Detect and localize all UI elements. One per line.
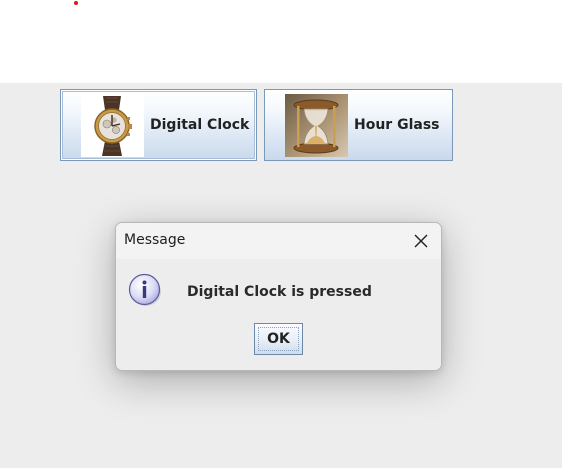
wristwatch-icon (81, 93, 144, 157)
dialog-title: Message (124, 232, 186, 248)
digital-clock-label: Digital Clock (150, 117, 250, 133)
dialog-message: Digital Clock is pressed (187, 284, 372, 300)
ok-label: OK (267, 331, 290, 347)
hour-glass-label: Hour Glass (354, 117, 440, 133)
content-top-area (0, 0, 562, 83)
ok-button[interactable]: OK (254, 323, 303, 355)
hourglass-icon (285, 93, 348, 157)
hour-glass-button[interactable]: Hour Glass (264, 89, 453, 161)
close-button[interactable] (407, 227, 435, 255)
close-icon (414, 234, 428, 248)
information-icon (128, 273, 161, 306)
message-dialog: Message Digital Clock is pressed OK (115, 222, 442, 371)
marker-dot (74, 1, 78, 5)
digital-clock-button[interactable]: Digital Clock (60, 89, 257, 161)
